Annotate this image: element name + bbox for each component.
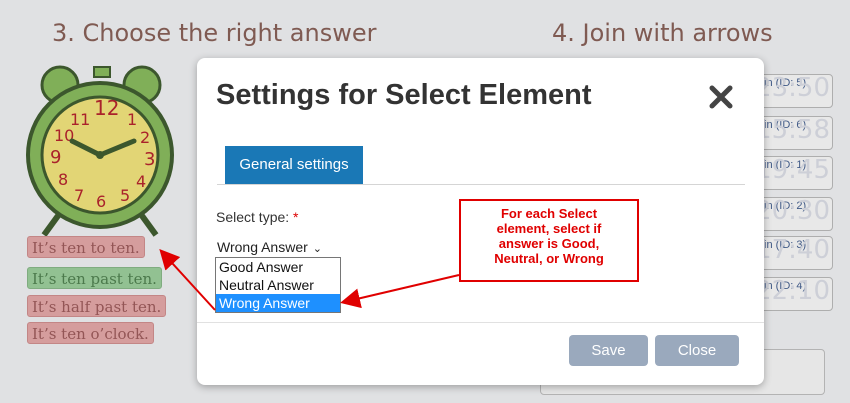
arrow-to-wrong-option [340, 274, 460, 309]
arrow-to-choice-item [159, 249, 216, 311]
annotation-arrows [159, 249, 460, 311]
